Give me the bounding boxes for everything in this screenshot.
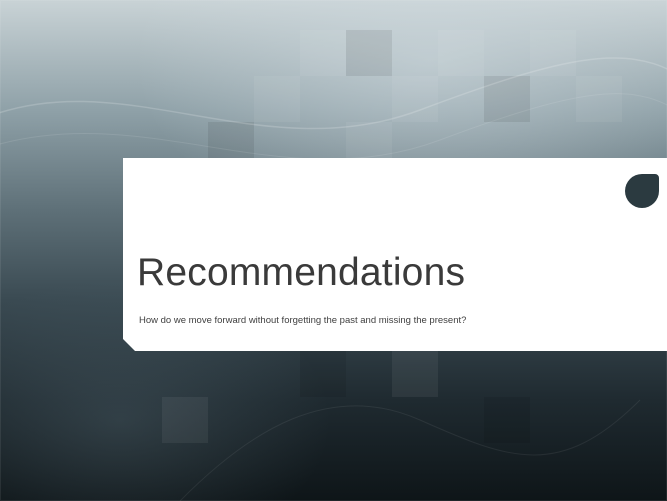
leaf-accent-icon [625, 174, 659, 208]
title-band: Recommendations How do we move forward w… [123, 158, 667, 351]
slide: Recommendations How do we move forward w… [0, 0, 667, 501]
slide-title: Recommendations [137, 251, 466, 294]
slide-subtitle: How do we move forward without forgettin… [139, 315, 467, 326]
